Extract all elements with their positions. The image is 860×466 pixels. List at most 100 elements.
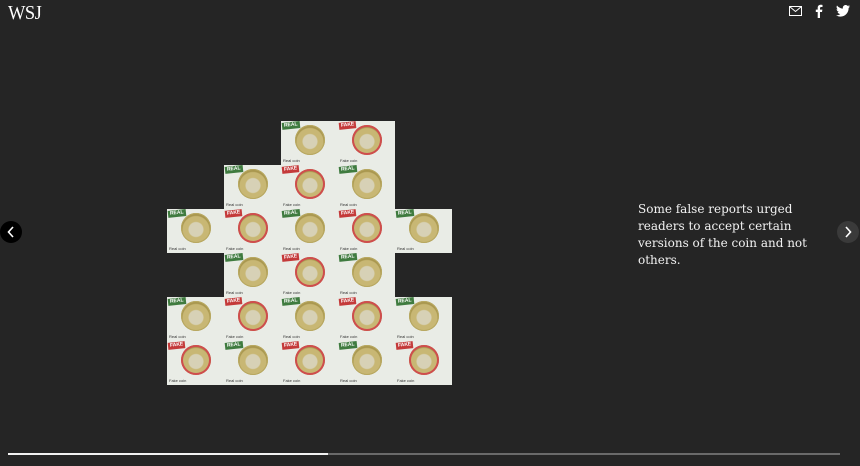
coin-tile: REAL Real coin <box>338 165 395 209</box>
coin-tile: REAL Real coin <box>224 253 281 297</box>
coin-caption: Fake coin <box>169 378 187 383</box>
facebook-icon[interactable] <box>812 4 826 18</box>
coin-image <box>181 213 211 243</box>
coin-image <box>295 213 325 243</box>
coin-caption: Fake coin <box>340 334 358 339</box>
coin-image <box>295 169 325 199</box>
real-stamp: REAL <box>338 341 357 350</box>
coin-tile: FAKE Fake coin <box>395 341 452 385</box>
fake-stamp: FAKE <box>338 209 357 218</box>
coin-caption: Real coin <box>226 290 243 295</box>
coin-image <box>238 301 268 331</box>
coin-tile: FAKE Fake coin <box>281 165 338 209</box>
coin-caption: Fake coin <box>283 290 301 295</box>
coin-caption: Fake coin <box>226 334 244 339</box>
fake-stamp: FAKE <box>224 209 243 218</box>
progress-fill <box>8 453 329 455</box>
fake-stamp: FAKE <box>338 121 357 130</box>
coin-image <box>409 213 439 243</box>
coin-image <box>238 345 268 375</box>
coin-image <box>295 125 325 155</box>
coin-caption: Real coin <box>397 246 414 251</box>
fake-stamp: FAKE <box>281 341 300 350</box>
coin-tile: REAL Real coin <box>281 297 338 341</box>
coin-tile: FAKE Fake coin <box>224 297 281 341</box>
real-stamp: REAL <box>281 209 300 218</box>
coin-image <box>238 213 268 243</box>
fake-stamp: FAKE <box>395 341 414 350</box>
coin-image <box>352 125 382 155</box>
coin-caption: Fake coin <box>397 378 415 383</box>
coin-tile: REAL Real coin <box>224 341 281 385</box>
coin-caption: Real coin <box>397 334 414 339</box>
share-bar <box>788 4 850 18</box>
wsj-logo[interactable]: WSJ <box>8 2 42 25</box>
coin-tile: REAL Real coin <box>167 209 224 253</box>
fake-stamp: FAKE <box>281 165 300 174</box>
coin-image <box>352 345 382 375</box>
slide-caption: Some false reports urged readers to acce… <box>638 202 807 267</box>
coin-image <box>181 345 211 375</box>
coin-tile: FAKE Fake coin <box>167 341 224 385</box>
coin-tile: FAKE Fake coin <box>281 341 338 385</box>
coin-image <box>295 345 325 375</box>
coin-tile: FAKE Fake coin <box>338 297 395 341</box>
coin-caption: Real coin <box>169 246 186 251</box>
fake-stamp: FAKE <box>167 341 186 350</box>
coin-tile: FAKE Fake coin <box>224 209 281 253</box>
coin-caption: Real coin <box>169 334 186 339</box>
fake-stamp: FAKE <box>281 253 300 262</box>
coin-tile: REAL Real coin <box>224 165 281 209</box>
slideshow-progress-bar <box>8 453 840 455</box>
email-icon[interactable] <box>788 4 802 18</box>
fake-stamp: FAKE <box>224 297 243 306</box>
coin-caption: Fake coin <box>340 158 358 163</box>
chevron-left-icon <box>7 226 14 238</box>
coin-caption: Real coin <box>283 158 300 163</box>
coin-caption: Real coin <box>226 378 243 383</box>
chevron-right-icon <box>845 226 852 238</box>
coin-caption: Fake coin <box>340 246 358 251</box>
coin-image <box>409 345 439 375</box>
twitter-icon[interactable] <box>836 4 850 18</box>
coin-caption: Real coin <box>340 290 357 295</box>
coin-tile: REAL Real coin <box>395 297 452 341</box>
coin-tile: REAL Real coin <box>338 341 395 385</box>
real-stamp: REAL <box>395 297 414 306</box>
coin-caption: Real coin <box>226 202 243 207</box>
coin-tile: REAL Real coin <box>281 121 338 165</box>
coin-tile: REAL Real coin <box>167 297 224 341</box>
real-stamp: REAL <box>338 253 357 262</box>
real-stamp: REAL <box>281 121 300 130</box>
real-stamp: REAL <box>167 297 186 306</box>
coin-image <box>238 169 268 199</box>
coin-image <box>352 301 382 331</box>
coin-image <box>181 301 211 331</box>
real-stamp: REAL <box>338 165 357 174</box>
coin-image <box>409 301 439 331</box>
coin-tile: FAKE Fake coin <box>338 121 395 165</box>
previous-slide-button[interactable] <box>0 221 22 243</box>
coin-caption: Real coin <box>340 378 357 383</box>
coin-caption: Fake coin <box>283 378 301 383</box>
real-stamp: REAL <box>224 341 243 350</box>
coin-tile: REAL Real coin <box>281 209 338 253</box>
coin-image <box>295 257 325 287</box>
coin-tile: FAKE Fake coin <box>338 209 395 253</box>
coin-image <box>352 169 382 199</box>
coin-tile: REAL Real coin <box>395 209 452 253</box>
coin-image <box>352 257 382 287</box>
real-stamp: REAL <box>281 297 300 306</box>
fake-stamp: FAKE <box>338 297 357 306</box>
coin-image <box>238 257 268 287</box>
coin-caption: Real coin <box>340 202 357 207</box>
real-stamp: REAL <box>395 209 414 218</box>
coin-caption: Real coin <box>283 334 300 339</box>
coin-caption: Fake coin <box>226 246 244 251</box>
real-stamp: REAL <box>224 165 243 174</box>
coin-image <box>352 213 382 243</box>
next-slide-button[interactable] <box>837 221 859 243</box>
real-stamp: REAL <box>224 253 243 262</box>
coin-caption: Fake coin <box>283 202 301 207</box>
coin-tile: REAL Real coin <box>338 253 395 297</box>
